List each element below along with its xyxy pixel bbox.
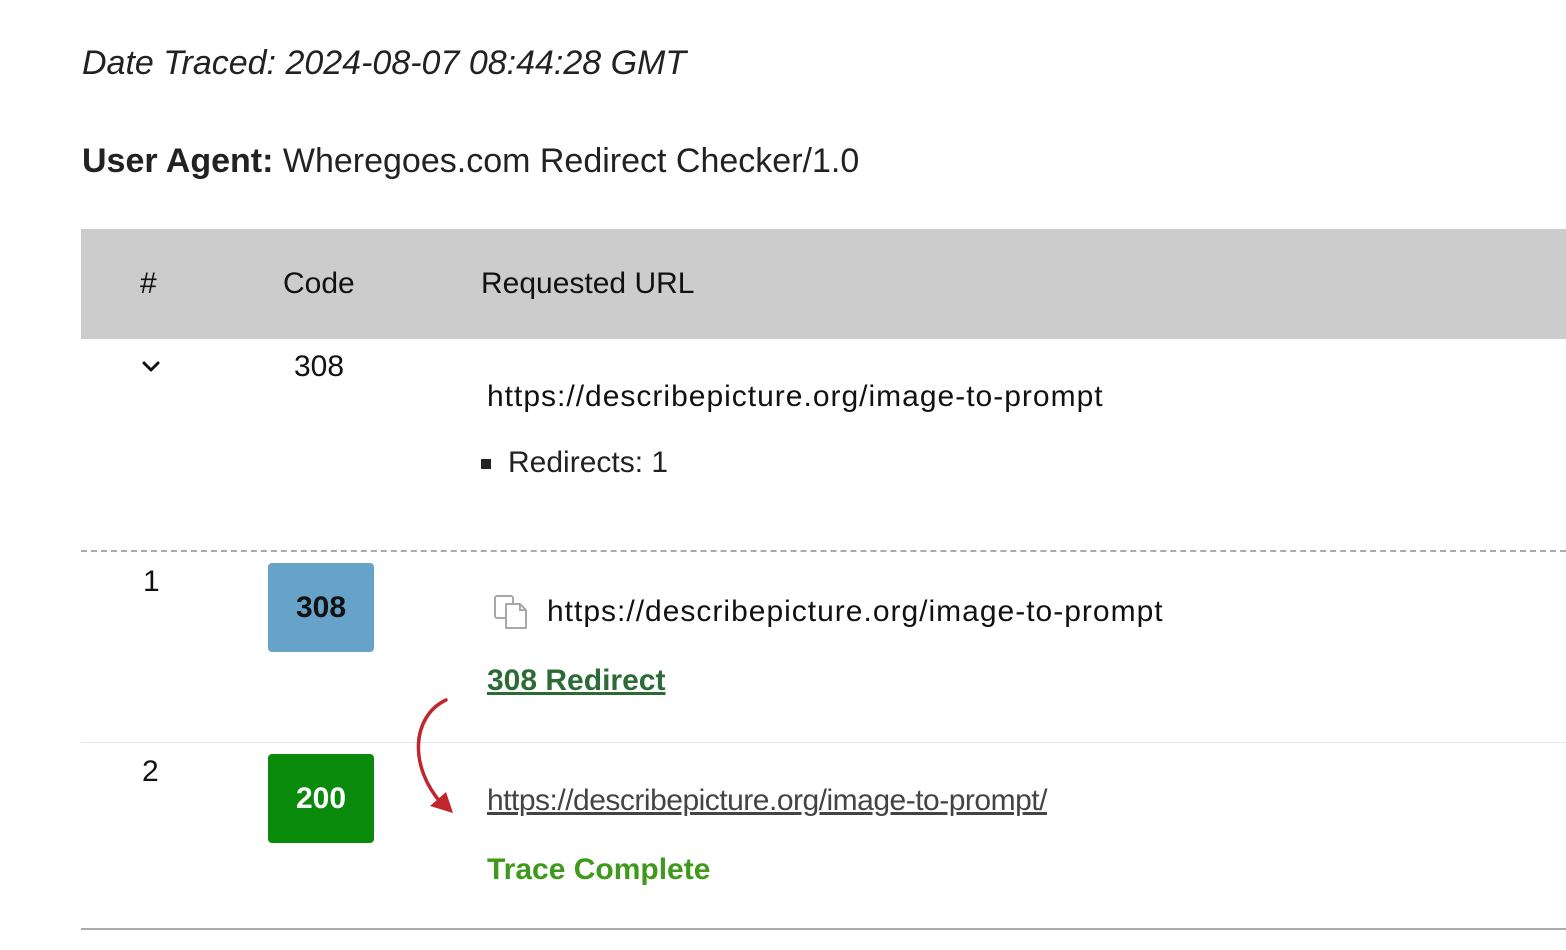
- bullet-icon: [481, 459, 491, 469]
- redirect-arrow-icon: [416, 698, 453, 813]
- date-traced: Date Traced: 2024-08-07 08:44:28 GMT: [82, 44, 687, 82]
- row-number: 2: [142, 755, 159, 788]
- summary-code: 308: [294, 350, 345, 383]
- header-requested-url: Requested URL: [481, 267, 695, 300]
- requested-url: https://describepicture.org/image-to-pro…: [547, 595, 1164, 628]
- row-divider: [81, 742, 1566, 743]
- redirect-status-link[interactable]: 308 Redirect: [487, 664, 665, 698]
- user-agent-value: Wheregoes.com Redirect Checker/1.0: [273, 142, 860, 180]
- final-url-link[interactable]: https://describepicture.org/image-to-pro…: [487, 784, 1047, 818]
- bottom-divider: [81, 928, 1566, 930]
- status-code-badge: 308: [268, 563, 374, 652]
- status-code-badge: 200: [268, 754, 374, 843]
- user-agent-label: User Agent:: [82, 142, 274, 180]
- user-agent: User Agent: Wheregoes.com Redirect Check…: [82, 142, 859, 181]
- header-number: #: [140, 267, 157, 300]
- redirects-count: Redirects: 1: [508, 446, 669, 479]
- table-header: # Code Requested URL: [81, 229, 1566, 339]
- trace-complete-status: Trace Complete: [487, 853, 711, 886]
- row-number: 1: [143, 565, 160, 598]
- header-code: Code: [283, 267, 355, 300]
- dashed-divider: [81, 550, 1566, 552]
- summary-url: https://describepicture.org/image-to-pro…: [487, 380, 1104, 413]
- copy-icon[interactable]: [492, 592, 532, 632]
- chevron-down-icon[interactable]: [139, 354, 163, 378]
